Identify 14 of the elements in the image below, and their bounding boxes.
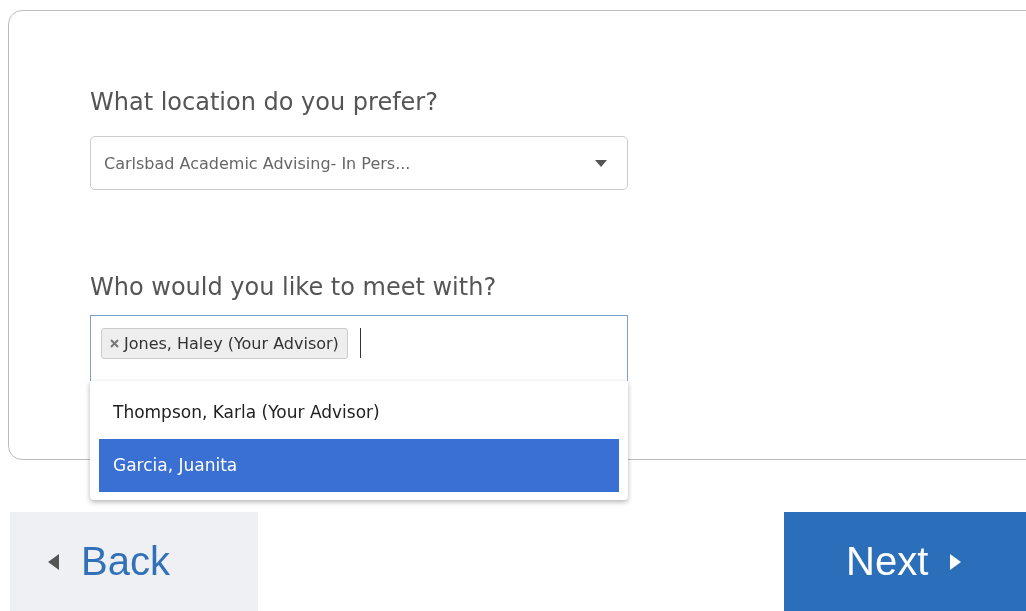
advisor-field[interactable]: Jones, Haley (Your Advisor) [90, 315, 628, 381]
caret-icon [595, 159, 607, 167]
right-arrow-icon [950, 553, 962, 570]
advisor-option[interactable]: Garcia, Juanita [99, 439, 619, 492]
back-button[interactable]: Back [10, 512, 258, 611]
next-button[interactable]: Next [784, 512, 1026, 611]
question-label: Who would you like to meet with? [90, 272, 498, 302]
question-label: What location do you prefer? [90, 87, 439, 117]
location-dropdown[interactable]: Carlsbad Academic Advising- In Pers... [90, 136, 628, 190]
left-arrow-icon [48, 553, 59, 570]
advisor-option[interactable]: Thompson, Karla (Your Advisor) [99, 386, 619, 439]
remove-icon[interactable] [110, 339, 119, 348]
text-cursor [359, 328, 361, 358]
advisor-tag[interactable]: Jones, Haley (Your Advisor) [101, 328, 348, 359]
